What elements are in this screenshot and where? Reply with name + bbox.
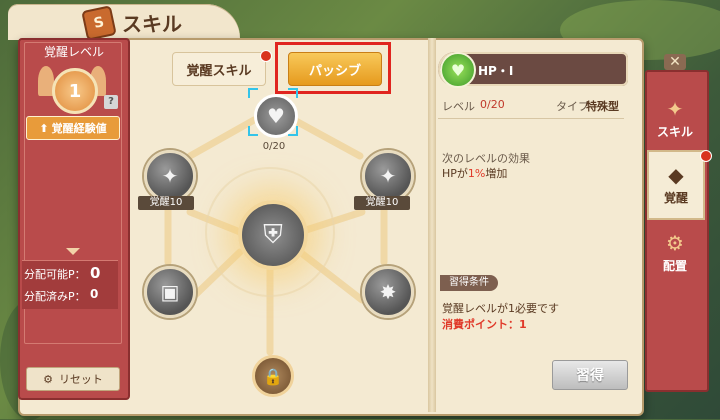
effect-suffix: 増加 [485,167,508,180]
dragon-skill-node[interactable]: ✦ [362,150,414,202]
condition-tag: 習得条件 [440,275,498,291]
sidebar-awaken-label: 覚醒 [663,190,688,205]
sidebar-item-skill[interactable]: ✦ スキル [645,84,705,154]
center-shield-node[interactable]: ⛨ [238,200,308,270]
condition-text: 覚醒レベルが1必要です [442,302,559,315]
level-value: 0/20 [480,98,505,111]
dragon-head-icon: ✦ [379,164,397,188]
selection-bracket [288,88,298,98]
sidebar-skill-label: スキル [656,124,693,139]
hp-node-count: 0/20 [262,141,286,152]
left-node-ribbon: 覚醒10 [138,196,194,210]
next-effect-label: 次のレベルの効果 [442,152,530,165]
lock-icon: 🔒 [263,366,283,386]
awaken-icon: ◆ [668,162,684,187]
heart-icon: ♥ [440,52,476,88]
sidebar-item-awaken[interactable]: ◆ 覚醒 [647,150,705,220]
divider [438,118,624,119]
notification-dot [700,150,712,162]
learn-button[interactable]: 習得 [552,360,628,390]
claw-skill-node[interactable]: ✸ [362,266,414,318]
wolf-head-icon: ✦ [161,164,179,188]
effect-value: 1% [467,167,486,180]
sidebar-placement-label: 配置 [662,258,687,273]
effect-text: HPが1%増加 [442,165,507,181]
flame-icon: ✦ [666,96,684,121]
claw-icon: ✸ [379,280,397,304]
hp-skill-node[interactable]: ♥ [254,94,298,138]
gear-icon: ⚙ [666,230,684,255]
armor-skill-node[interactable]: ▣ [144,266,196,318]
selection-bracket [248,88,258,98]
heart-icon: ♥ [267,104,285,128]
level-label: レベル [442,100,475,113]
skill-name: HP・Ⅰ [478,64,514,78]
close-icon[interactable]: ✕ [664,54,686,70]
shield-icon: ⛨ [263,219,283,250]
locked-skill-node[interactable]: 🔒 [252,355,294,397]
right-node-ribbon: 覚醒10 [354,196,410,210]
armor-icon: ▣ [160,280,180,304]
type-label: タイプ [556,100,589,113]
type-value: 特殊型 [586,100,619,113]
cost-text: 消費ポイント：1 [442,318,527,331]
sidebar-item-placement[interactable]: ⚙ 配置 [645,218,705,288]
effect-prefix: HPが [442,167,468,180]
beast-skill-node[interactable]: ✦ [144,150,196,202]
